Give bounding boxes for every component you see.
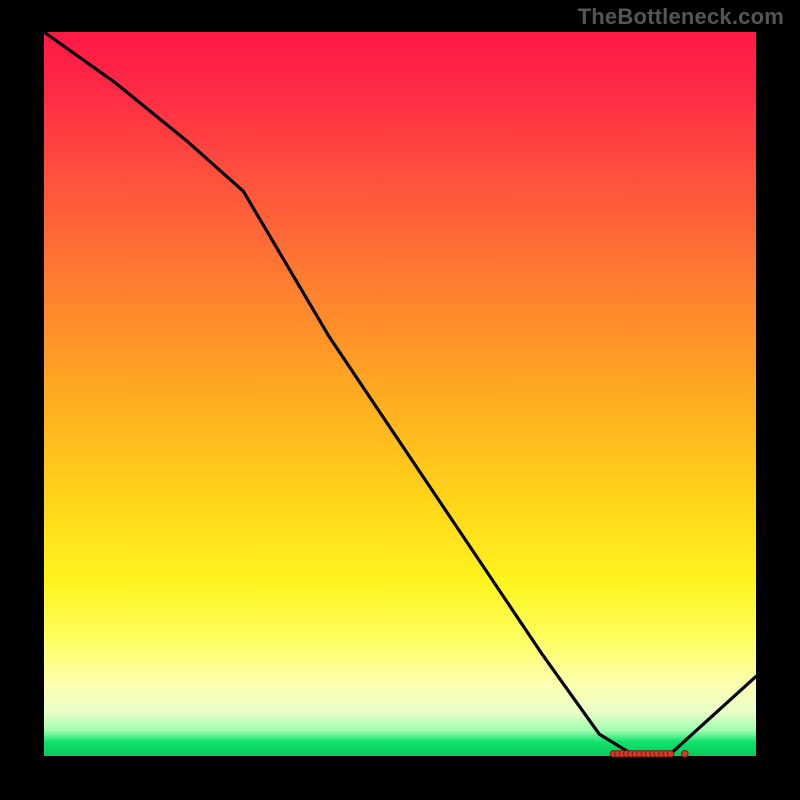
optimal-point bbox=[682, 751, 689, 758]
optimal-markers bbox=[610, 751, 688, 758]
optimal-point bbox=[667, 751, 674, 758]
bottleneck-curve bbox=[44, 32, 756, 756]
curve-overlay bbox=[44, 32, 756, 756]
watermark-text: TheBottleneck.com bbox=[578, 4, 784, 30]
plot-area bbox=[44, 32, 756, 756]
chart-stage: TheBottleneck.com bbox=[0, 0, 800, 800]
